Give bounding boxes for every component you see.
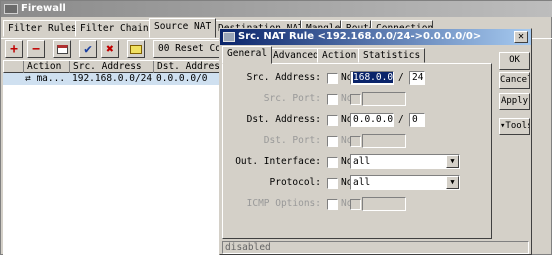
close-icon[interactable]: ✕ [514, 31, 528, 43]
tab-source-nat[interactable]: Source NAT [149, 18, 217, 38]
table-row[interactable]: ⇄ ma... 192.168.0.0/24 0.0.0.0/0 [3, 73, 233, 85]
window-icon [4, 4, 18, 14]
disable-button[interactable]: ✖ [101, 40, 119, 58]
comment-icon [130, 44, 142, 54]
table-header: Action Src. Address Dst. Address [3, 60, 233, 74]
tab-filter-chains[interactable]: Filter Chains [75, 20, 160, 37]
chevron-down-icon[interactable]: ▼ [446, 176, 459, 189]
src-nat-rule-dialog: Src. NAT Rule <192.168.0.0/24->0.0.0.0/0… [219, 28, 532, 255]
dialog-icon [223, 32, 235, 42]
protocol-not-checkbox[interactable] [327, 178, 338, 189]
src-port-label: Src. Port: [263, 93, 321, 104]
enable-button[interactable]: ✔ [79, 40, 97, 58]
icmp-options-label: ICMP Options: [246, 198, 321, 209]
src-port-not-checkbox[interactable] [327, 94, 338, 105]
comment-button[interactable] [127, 40, 145, 58]
tools-button[interactable]: ▾Tools [499, 118, 530, 135]
src-address-input[interactable]: 168.0.0 [350, 71, 394, 85]
src-address-value: 168.0.0 [353, 72, 394, 83]
separator: / [398, 114, 404, 125]
add-button[interactable]: + [5, 40, 23, 58]
out-interface-select[interactable]: all ▼ [350, 154, 460, 169]
dst-address-not-checkbox[interactable] [327, 115, 338, 126]
src-address-label: Src. Address: [246, 72, 321, 83]
rule-list[interactable] [3, 85, 233, 255]
tab-filter-rules[interactable]: Filter Rules [3, 20, 82, 37]
dst-port-label: Dst. Port: [263, 135, 321, 146]
dst-address-input[interactable]: 0.0.0.0 [350, 113, 394, 127]
dialog-tab-action[interactable]: Action [317, 48, 362, 63]
cell-dst: 0.0.0.0/0 [156, 73, 208, 84]
protocol-select[interactable]: all ▼ [350, 175, 460, 190]
dst-mask-input[interactable]: 0 [409, 113, 425, 127]
dialog-tab-advanced[interactable]: Advanced [268, 48, 324, 63]
src-address-not-checkbox[interactable] [327, 73, 338, 84]
window-title: Firewall [1, 1, 552, 17]
chevron-down-icon[interactable]: ▼ [446, 155, 459, 168]
window-button[interactable] [53, 40, 71, 58]
status-bar: disabled [222, 241, 529, 254]
window-icon [56, 44, 68, 54]
out-interface-value: all [353, 156, 371, 167]
dialog-title: Src. NAT Rule <192.168.0.0/24->0.0.0.0/0… [220, 29, 531, 45]
out-interface-label: Out. Interface: [235, 156, 321, 167]
cell-src: 192.168.0.0/24 [72, 73, 153, 84]
icmp-options-enable [350, 199, 361, 210]
icmp-options-not-checkbox[interactable] [327, 199, 338, 210]
ok-button[interactable]: OK [499, 52, 530, 70]
src-port-enable [350, 94, 361, 105]
general-panel: Src. Address: Not 168.0.0 / 24 Src. Port… [222, 63, 492, 239]
out-interface-not-checkbox[interactable] [327, 157, 338, 168]
cancel-button[interactable]: Cancel [499, 72, 530, 89]
src-port-input [362, 92, 406, 106]
protocol-value: all [353, 177, 371, 188]
dst-port-not-checkbox[interactable] [327, 136, 338, 147]
dst-port-input [362, 134, 406, 148]
icmp-options-input [362, 197, 406, 211]
protocol-label: Protocol: [269, 177, 321, 188]
cell-action: ⇄ ma... [25, 73, 66, 84]
separator: / [398, 72, 404, 83]
apply-button[interactable]: Apply [499, 93, 530, 110]
dialog-tab-statistics[interactable]: Statistics [358, 48, 426, 63]
dst-address-label: Dst. Address: [246, 114, 321, 125]
src-mask-input[interactable]: 24 [409, 71, 425, 85]
dialog-tab-general[interactable]: General [222, 46, 273, 64]
remove-button[interactable]: − [27, 40, 45, 58]
dst-port-enable [350, 136, 361, 147]
